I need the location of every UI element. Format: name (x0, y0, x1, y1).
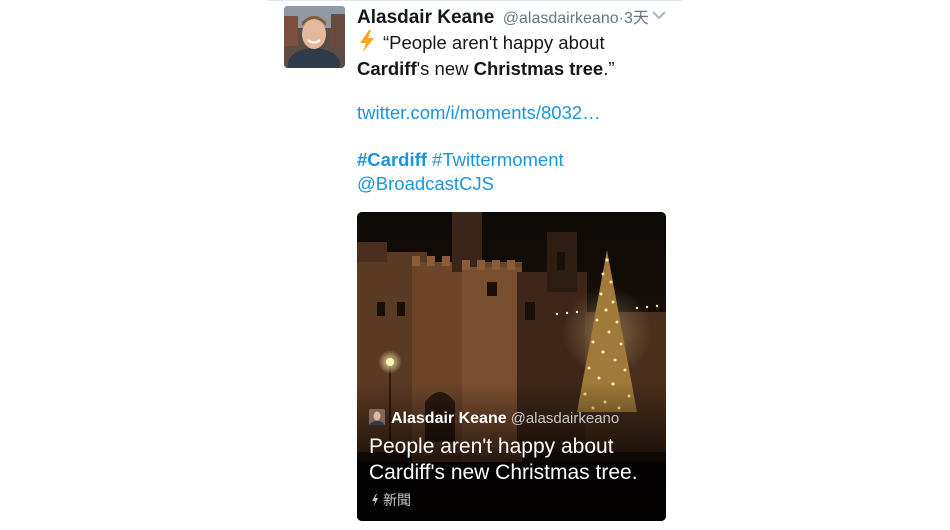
tweet-text: “People aren't happy about Cardiff's new… (357, 30, 667, 82)
tweet-time[interactable]: 3天 (624, 10, 649, 27)
mention-broadcastcjs[interactable]: @BroadcastCJS (357, 173, 494, 195)
tweet-header: Alasdair Keane @alasdairkeano·3天 (357, 4, 677, 28)
card-author-name: Alasdair Keane (391, 410, 507, 427)
card-author: Alasdair Keane @alasdairkeano (369, 409, 619, 429)
moment-card[interactable]: Alasdair Keane @alasdairkeano People aren… (357, 212, 666, 521)
card-author-avatar (369, 409, 385, 425)
tweet-text-bold-cardiff: Cardiff (357, 58, 417, 79)
author-avatar[interactable] (284, 6, 345, 68)
chevron-down-icon[interactable] (651, 8, 667, 22)
tweet-text-mid: 's new (416, 58, 474, 79)
card-category-label: 新聞 (383, 492, 411, 508)
card-title: People aren't happy about Cardiff's new … (369, 435, 638, 484)
card-category: 新聞 (371, 490, 411, 510)
card-author-handle: @alasdairkeano (510, 410, 620, 427)
tweet-text-bold-tree: Christmas tree (473, 58, 604, 79)
tweet-text-close: .” (603, 58, 615, 79)
author-handle[interactable]: @alasdairkeano (503, 10, 619, 27)
hashtag-twittermoment[interactable]: #Twittermoment (432, 149, 564, 170)
author-name[interactable]: Alasdair Keane (357, 7, 494, 28)
hashtags: #Cardiff #Twittermoment (357, 149, 564, 171)
top-divider (268, 0, 683, 1)
lightning-icon (360, 30, 374, 52)
lightning-icon (372, 494, 378, 506)
moment-link[interactable]: twitter.com/i/moments/8032… (357, 102, 601, 124)
hashtag-cardiff[interactable]: #Cardiff (357, 149, 427, 170)
tweet-text-open: “People aren't happy about (383, 32, 605, 53)
